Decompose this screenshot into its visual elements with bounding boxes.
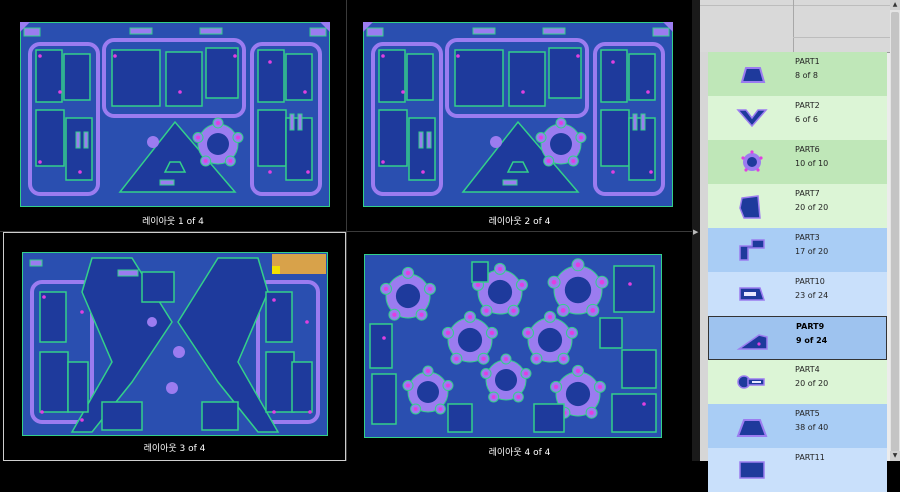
part-row-part6[interactable]: PART6 10 of 10 <box>708 140 887 184</box>
part-name: PART6 <box>795 145 820 154</box>
part-row-part1[interactable]: PART1 8 of 8 <box>708 52 887 96</box>
part-row-part11[interactable]: PART11 <box>708 448 887 492</box>
chevron-part-icon <box>736 109 768 128</box>
part-row-part10[interactable]: PART10 23 of 24 <box>708 272 887 316</box>
slotted-plate-part-icon <box>739 287 766 301</box>
part-row-part5[interactable]: PART5 38 of 40 <box>708 404 887 448</box>
part-count: 8 of 8 <box>795 71 818 80</box>
layout-caption: 레이아웃 3 of 4 <box>143 444 206 454</box>
panel-splitter[interactable]: ▶ <box>692 0 700 461</box>
part-name: PART9 <box>796 322 825 331</box>
layout-panel-2[interactable]: 레이아웃 2 of 4 <box>347 0 692 231</box>
part-row-part2[interactable]: PART2 6 of 6 <box>708 96 887 140</box>
part-name: PART3 <box>795 233 820 242</box>
scroll-down-icon[interactable]: ▼ <box>890 451 900 461</box>
nest-sheet-3[interactable] <box>22 252 328 436</box>
part-count: 6 of 6 <box>795 115 818 124</box>
part-name: PART10 <box>795 277 825 286</box>
layout-divider-horizontal <box>0 231 692 232</box>
part-row-part7[interactable]: PART7 20 of 20 <box>708 184 887 228</box>
layout-panel-1[interactable]: 레이아웃 1 of 4 <box>0 0 346 231</box>
part-row-part4[interactable]: PART4 20 of 20 <box>708 360 887 404</box>
part-name: PART5 <box>795 409 820 418</box>
ramp-part-icon <box>736 334 768 350</box>
part-count: 9 of 24 <box>796 336 828 345</box>
quad-plate-part-icon <box>739 195 761 219</box>
layout-panel-3[interactable]: 레이아웃 3 of 4 <box>3 232 346 461</box>
part-row-part3[interactable]: PART3 17 of 20 <box>708 228 887 272</box>
scroll-thumb[interactable] <box>891 12 899 452</box>
trapezoid-plate-part-icon <box>736 419 768 437</box>
part-count: 10 of 10 <box>795 159 829 168</box>
nest-sheet-4[interactable] <box>364 254 662 438</box>
splitter-arrow-icon[interactable]: ▶ <box>693 228 698 236</box>
nest-sheet-2[interactable] <box>363 22 673 207</box>
layout-caption: 레이아웃 1 of 4 <box>142 217 204 227</box>
part-count: 38 of 40 <box>795 423 829 432</box>
l-bracket-part-icon <box>739 239 765 261</box>
part-count: 17 of 20 <box>795 247 829 256</box>
row-gutter <box>700 52 708 461</box>
parts-list-header <box>700 0 890 53</box>
scroll-up-icon[interactable]: ▲ <box>890 0 900 10</box>
part-name: PART2 <box>795 101 820 110</box>
part-count: 23 of 24 <box>795 291 829 300</box>
parts-scrollbar[interactable]: ▲ ▼ <box>890 0 900 461</box>
part-name: PART4 <box>795 365 820 374</box>
part-count: 20 of 20 <box>795 379 829 388</box>
layout-caption: 레이아웃 4 of 4 <box>488 448 551 458</box>
key-part-icon <box>737 375 765 389</box>
layout-caption: 레이아웃 2 of 4 <box>488 217 551 227</box>
layout-panel-4[interactable]: 레이아웃 4 of 4 <box>347 232 692 461</box>
part-name: PART1 <box>795 57 820 66</box>
plate-part-icon <box>739 461 765 479</box>
trapezoid-part-icon <box>740 67 766 83</box>
flange-ring-part-icon <box>741 150 763 172</box>
part-name: PART7 <box>795 189 820 198</box>
part-count: 20 of 20 <box>795 203 829 212</box>
nest-sheet-1[interactable] <box>20 22 330 207</box>
part-row-part9[interactable]: PART9 9 of 24 <box>708 316 887 360</box>
parts-list-panel: PART1 8 of 8 PART2 6 of 6 PART6 10 of 10 PART7… <box>700 0 900 492</box>
